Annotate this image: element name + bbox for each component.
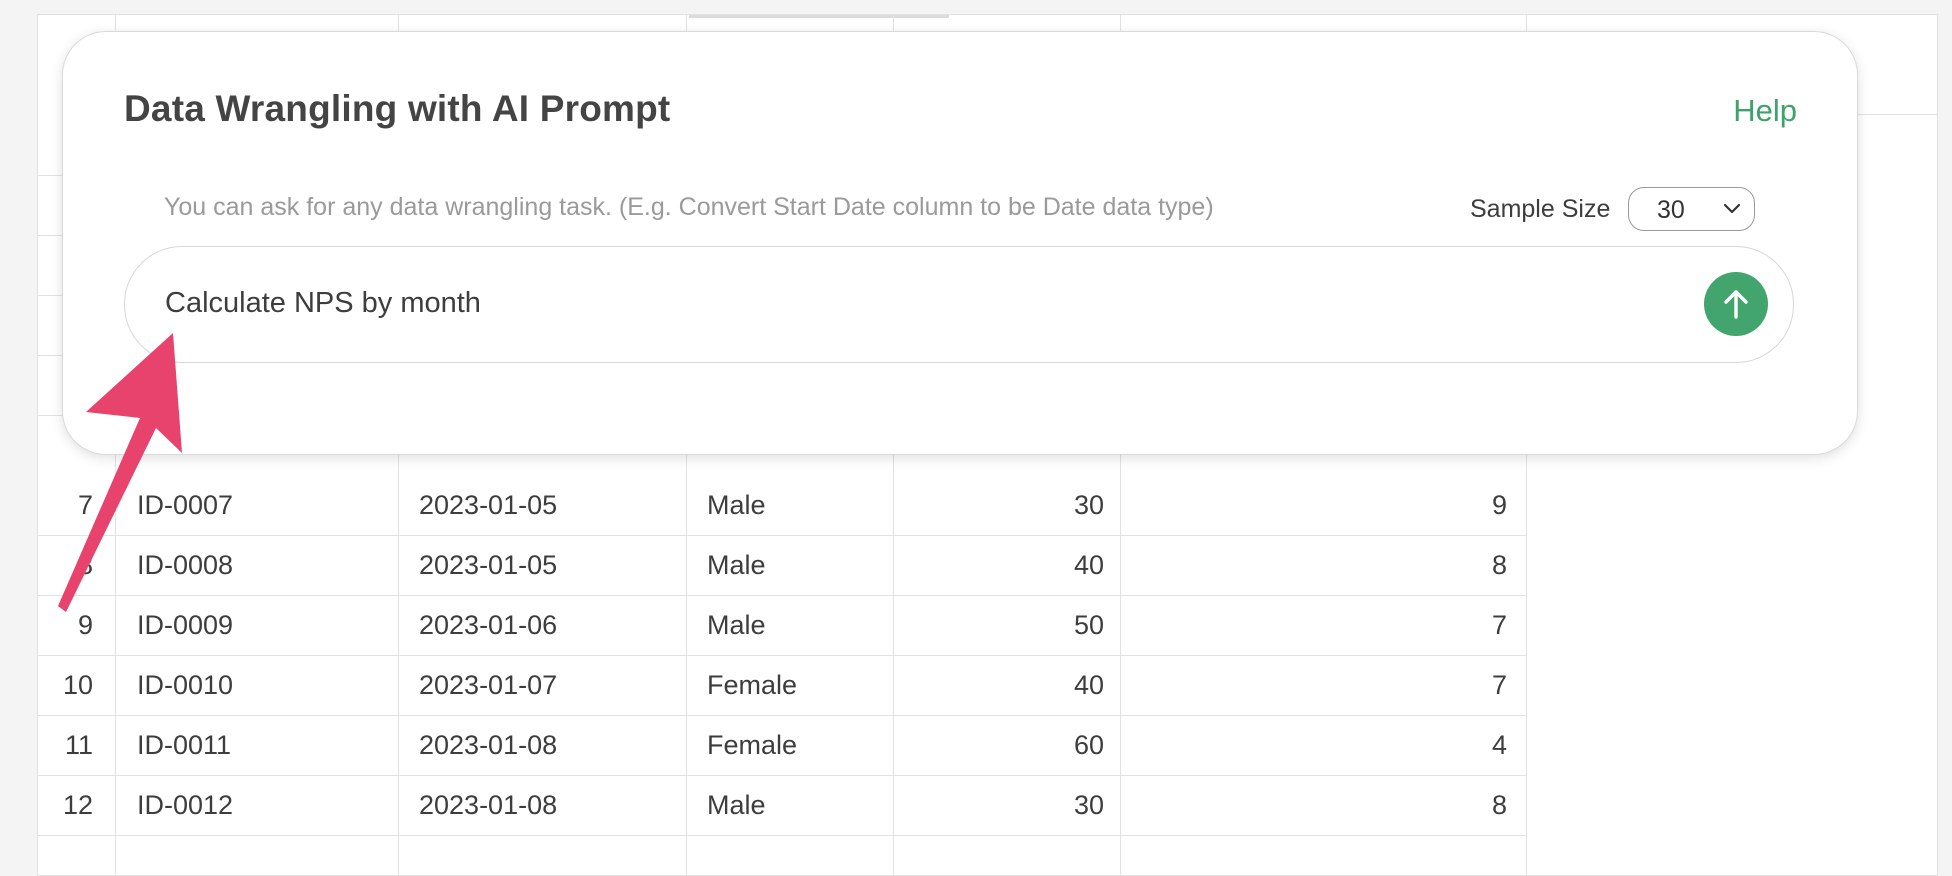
row-index: 8 <box>77 550 93 580</box>
table-row: 7 ID-0007 2023-01-05 Male 30 9 <box>38 475 1526 536</box>
ai-prompt-dialog: Data Wrangling with AI Prompt Help You c… <box>62 31 1858 455</box>
chevron-down-icon <box>1723 203 1741 214</box>
prompt-input[interactable]: Calculate NPS by month <box>165 287 481 320</box>
row-gender: Male <box>707 490 766 520</box>
row-index: 9 <box>77 610 93 640</box>
send-button[interactable] <box>1704 272 1768 336</box>
arrow-up-icon <box>1724 290 1748 319</box>
row-age: 30 <box>1073 490 1104 520</box>
row-id: ID-0011 <box>137 730 232 760</box>
row-date: 2023-01-05 <box>419 490 558 520</box>
hint-text: You can ask for any data wrangling task.… <box>164 193 1214 221</box>
row-age: 40 <box>1073 550 1104 580</box>
table-row: 8 ID-0008 2023-01-05 Male 40 8 <box>38 535 1526 596</box>
row-id: ID-0008 <box>137 550 234 580</box>
row-date: 2023-01-07 <box>419 670 558 700</box>
row-index: 10 <box>62 670 93 700</box>
row-id: ID-0012 <box>137 790 234 820</box>
dialog-title: Data Wrangling with AI Prompt <box>124 88 671 129</box>
row-age: 60 <box>1073 730 1104 760</box>
row-index: 7 <box>77 490 93 520</box>
help-link[interactable]: Help <box>1733 93 1797 129</box>
table-row: 12 ID-0012 2023-01-08 Male 30 8 <box>38 775 1526 836</box>
row-date: 2023-01-05 <box>419 550 558 580</box>
sample-size-label: Sample Size <box>1470 195 1611 223</box>
table-row: 11 ID-0011 2023-01-08 Female 60 4 <box>38 715 1526 776</box>
sample-size-value: 30 <box>1657 196 1685 224</box>
row-gender: Female <box>707 670 798 700</box>
row-divider <box>38 835 1526 836</box>
row-age: 30 <box>1073 790 1104 820</box>
row-score: 8 <box>1491 790 1507 820</box>
prompt-box[interactable]: Calculate NPS by month <box>124 246 1794 363</box>
table-row: 9 ID-0009 2023-01-06 Male 50 7 <box>38 595 1526 656</box>
sample-size-select[interactable]: 30 <box>1628 187 1755 231</box>
row-score: 8 <box>1491 550 1507 580</box>
row-index: 11 <box>64 730 93 760</box>
row-index: 12 <box>62 790 93 820</box>
row-gender: Female <box>707 730 798 760</box>
row-gender: Male <box>707 610 766 640</box>
table-row: 10 ID-0010 2023-01-07 Female 40 7 <box>38 655 1526 716</box>
row-score: 7 <box>1491 670 1507 700</box>
row-age: 40 <box>1073 670 1104 700</box>
row-gender: Male <box>707 550 766 580</box>
row-date: 2023-01-08 <box>419 790 558 820</box>
column-header-strip <box>689 15 949 18</box>
row-score: 9 <box>1491 490 1507 520</box>
row-id: ID-0010 <box>137 670 234 700</box>
row-age: 50 <box>1073 610 1104 640</box>
row-id: ID-0009 <box>137 610 234 640</box>
row-date: 2023-01-06 <box>419 610 558 640</box>
row-score: 7 <box>1491 610 1507 640</box>
row-id: ID-0007 <box>137 490 234 520</box>
row-gender: Male <box>707 790 766 820</box>
row-date: 2023-01-08 <box>419 730 558 760</box>
row-score: 4 <box>1491 730 1507 760</box>
